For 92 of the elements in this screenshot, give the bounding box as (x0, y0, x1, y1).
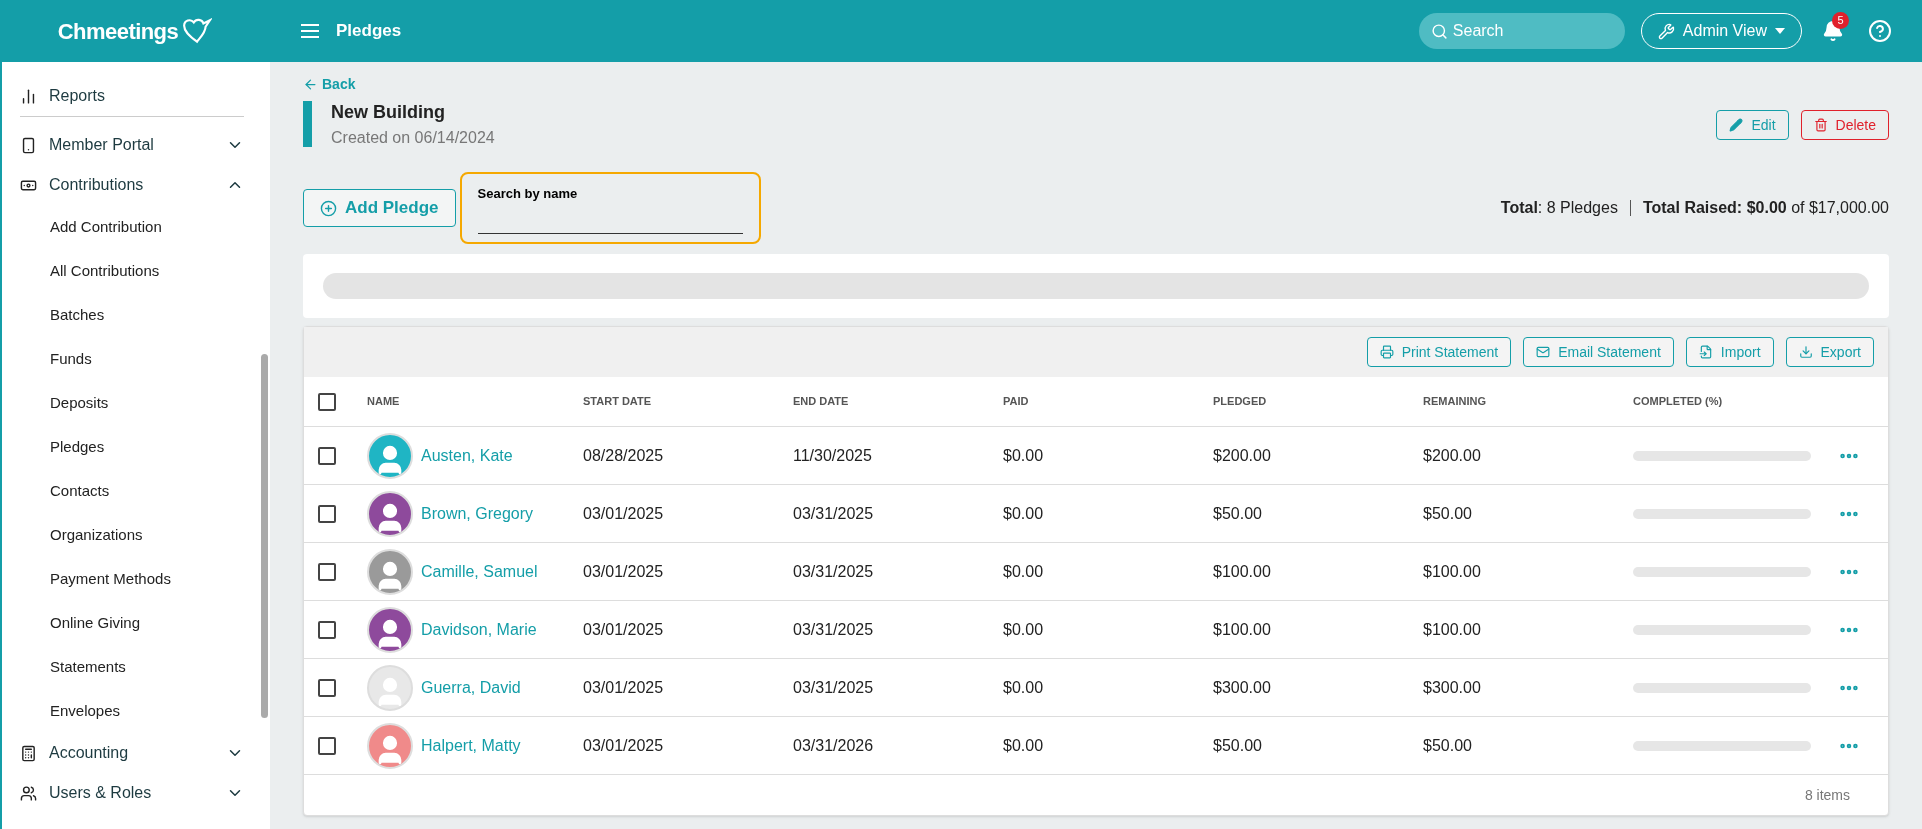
table-cell-text: 08/28/2025 (582, 445, 665, 466)
sidebar-subitem[interactable]: All Contributions (20, 249, 244, 293)
table-cell-text: $100.00 (1212, 619, 1272, 640)
heart-logo-icon (182, 18, 213, 44)
search-panel[interactable]: Search by name (459, 172, 761, 244)
table-cell-text: 11/30/2025 (792, 445, 873, 466)
delete-button[interactable]: Delete (1800, 110, 1889, 140)
table-cell-text: $0.00 (1002, 619, 1045, 640)
sidebar-subitem[interactable]: Add Contribution (20, 205, 244, 249)
column-header: COMPLETED (%) (1632, 394, 1724, 410)
phone-icon (20, 136, 37, 154)
scrollbar-thumb[interactable] (261, 354, 268, 718)
mail-icon (1536, 345, 1551, 359)
calculator-icon (20, 744, 37, 762)
sidebar-subitem[interactable]: Funds (20, 337, 244, 381)
file-icon (1698, 345, 1713, 359)
sidebar-item[interactable]: Reports (20, 76, 244, 116)
title-accent (303, 101, 312, 147)
page-title: Pledges (336, 20, 402, 43)
search-icon (1430, 23, 1448, 40)
table-cell-text: $200.00 (1422, 445, 1482, 466)
column-header: NAME (366, 394, 401, 410)
sidebar-subitem[interactable]: Organizations (20, 513, 244, 557)
table-cell-text: 03/31/2026 (792, 735, 875, 756)
table-cell-text: 03/31/2025 (792, 561, 875, 582)
notification-badge: 5 (1832, 12, 1849, 29)
table-cell-text: 03/01/2025 (582, 677, 665, 698)
checkbox[interactable] (318, 504, 336, 523)
caret-icon (1775, 28, 1785, 34)
table-cell-text: $0.00 (1002, 561, 1045, 582)
created-date: Created on 06/14/2024 (331, 128, 495, 148)
checkbox[interactable] (318, 446, 336, 465)
pencil-icon (1729, 118, 1744, 132)
sidebar-subitem[interactable]: Contacts (20, 469, 244, 513)
checkbox[interactable] (318, 678, 336, 697)
chart-icon (20, 87, 37, 105)
sidebar-item[interactable]: Contributions (20, 165, 244, 205)
table-cell-text: $0.00 (1002, 503, 1045, 524)
pledge-title: New Building (331, 101, 446, 124)
menu-icon[interactable] (300, 23, 320, 39)
checkbox[interactable] (318, 620, 336, 639)
pledge-total: Total: 8 Pledges (1500, 198, 1618, 218)
total-raised: Total Raised: $0.00 of $17,000.00 (1642, 198, 1889, 218)
table-cell-text: 03/01/2025 (582, 735, 665, 756)
sidebar-item[interactable]: Users & Roles (20, 773, 244, 813)
table-cell-text: $0.00 (1002, 677, 1045, 698)
table-cell-text: $300.00 (1422, 677, 1482, 698)
printer-icon (1379, 345, 1394, 359)
checkbox[interactable] (318, 562, 336, 581)
table-cell-text: $0.00 (1002, 445, 1045, 466)
download-icon (1798, 345, 1813, 359)
column-header: START DATE (582, 394, 653, 410)
table-cell-text: 03/31/2025 (792, 677, 875, 698)
table-cell-text: $50.00 (1422, 503, 1473, 524)
sidebar-subitem[interactable]: Payment Methods (20, 557, 244, 601)
column-header: REMAINING (1422, 394, 1487, 410)
column-header: PLEDGED (1212, 394, 1268, 410)
table-cell-text: $0.00 (1002, 735, 1045, 756)
people-icon (20, 784, 37, 802)
plus-circle-icon (320, 199, 337, 217)
help-icon[interactable] (1868, 19, 1892, 43)
sidebar-subitem[interactable]: Envelopes (20, 689, 244, 733)
item-count: 8 items (1804, 785, 1850, 805)
field-label: Search by name (477, 185, 579, 203)
table-cell-text: $50.00 (1422, 735, 1473, 756)
table-cell-text: $50.00 (1212, 735, 1263, 756)
table-cell-text: 03/31/2025 (792, 503, 875, 524)
table-cell-text: $100.00 (1212, 561, 1272, 582)
table-cell-text: 03/01/2025 (582, 503, 665, 524)
table-cell-text: $300.00 (1212, 677, 1272, 698)
trash-icon (1813, 118, 1828, 132)
sidebar-subitem[interactable]: Statements (20, 645, 244, 689)
tools-icon (1657, 22, 1675, 40)
search-field[interactable]: Search (1418, 13, 1625, 49)
table-cell-text: $100.00 (1422, 561, 1482, 582)
sidebar-subitem[interactable]: Deposits (20, 381, 244, 425)
column-header: END DATE (792, 394, 850, 410)
checkbox[interactable] (318, 736, 336, 755)
sidebar-subitem[interactable]: Pledges (20, 425, 244, 469)
sidebar-subitem[interactable]: Online Giving (20, 601, 244, 645)
table-cell-text: 03/01/2025 (582, 619, 665, 640)
logo: Chmeetings (57, 17, 179, 46)
sidebar-item[interactable]: Accounting (20, 733, 244, 773)
column-header: PAID (1002, 394, 1030, 410)
table-cell-text: $100.00 (1422, 619, 1482, 640)
sidebar-subitem[interactable]: Batches (20, 293, 244, 337)
table-cell-text: 03/01/2025 (582, 561, 665, 582)
table-cell-text: $50.00 (1212, 503, 1263, 524)
sidebar-item[interactable]: Member Portal (20, 125, 244, 165)
checkbox[interactable] (318, 392, 336, 411)
table-cell-text: $200.00 (1212, 445, 1272, 466)
table-cell-text: 03/31/2025 (792, 619, 875, 640)
